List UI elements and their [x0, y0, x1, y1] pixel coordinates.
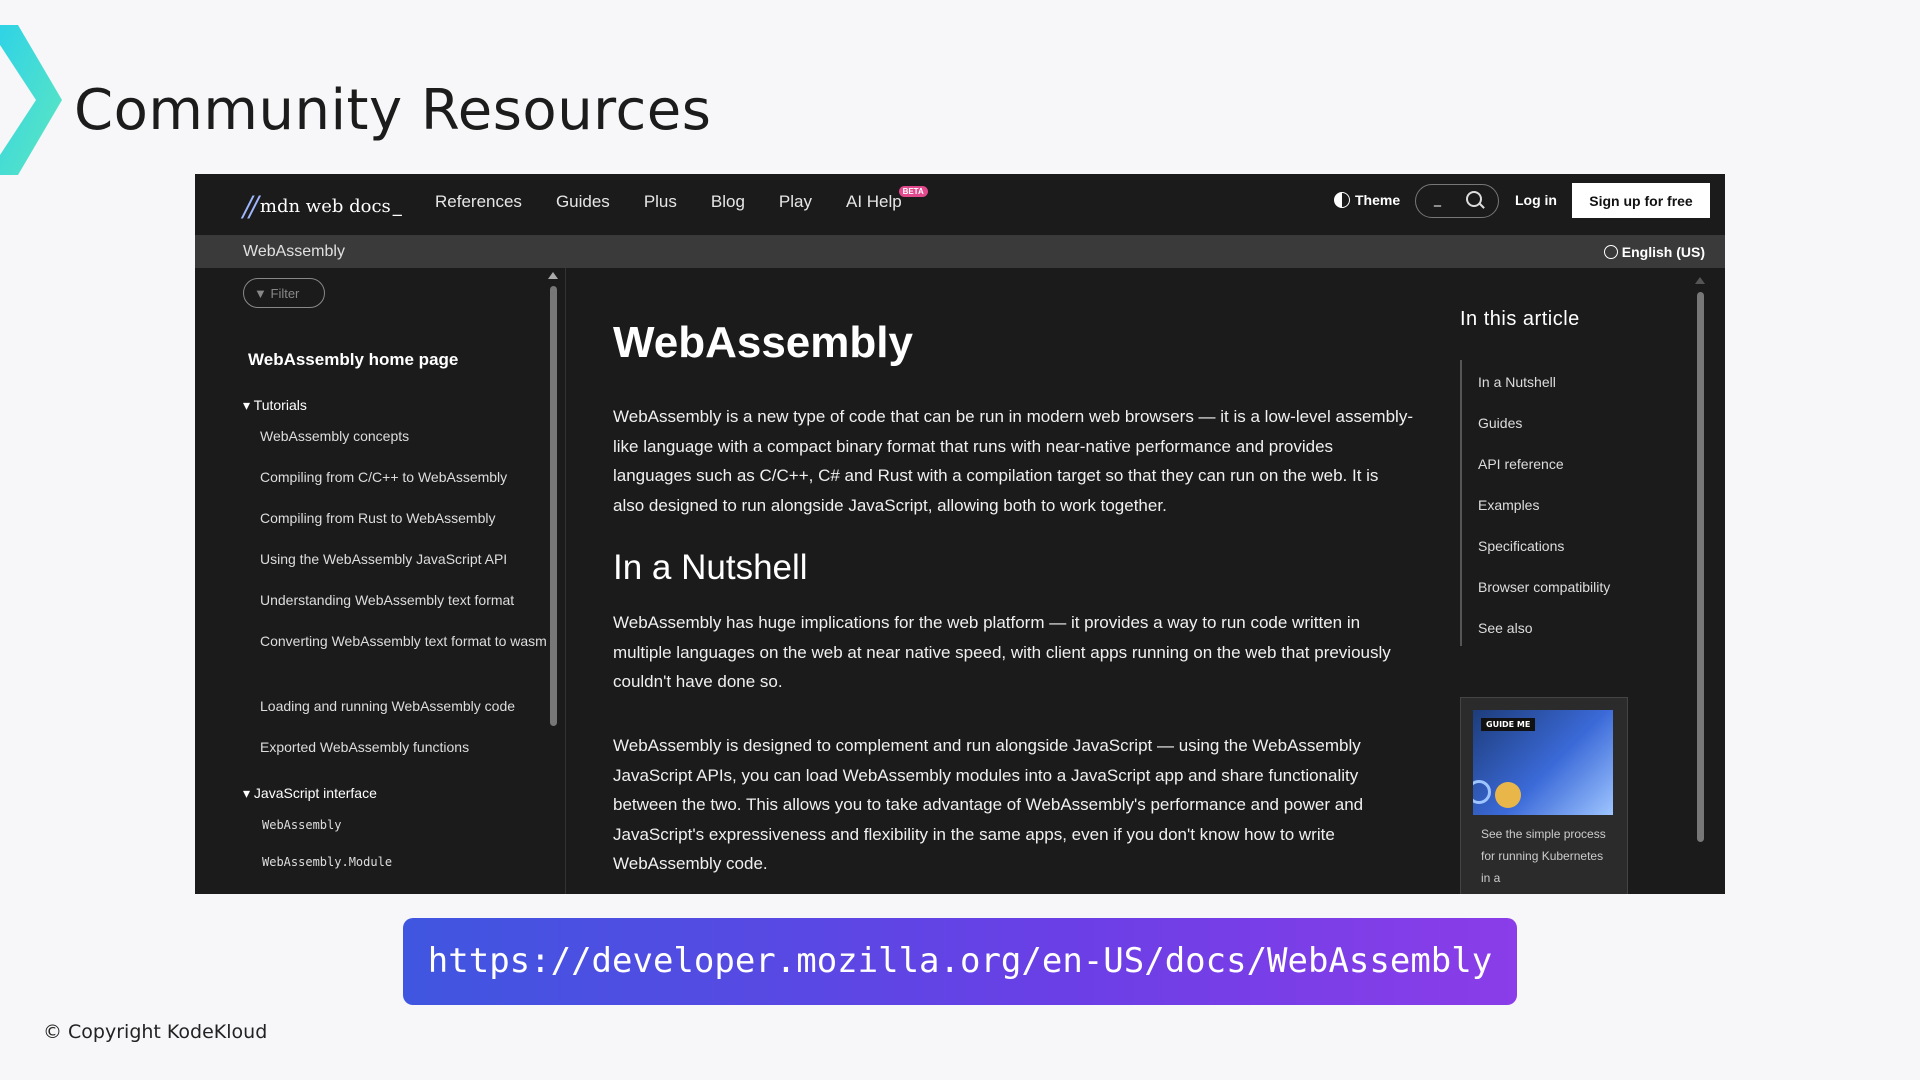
toc-item[interactable]: Examples — [1478, 497, 1539, 513]
theme-toggle[interactable]: Theme — [1334, 192, 1400, 208]
browser-screenshot: // mdn web docs _ References Guides Plus… — [195, 174, 1725, 894]
sidebar-item[interactable]: Loading and running WebAssembly code — [260, 694, 550, 718]
toc-item[interactable]: Specifications — [1478, 538, 1564, 554]
search-cursor: _ — [1434, 191, 1441, 207]
sidebar-item[interactable]: Converting WebAssembly text format to wa… — [260, 629, 550, 653]
mdn-logo-icon: // — [243, 190, 259, 223]
nav-plus[interactable]: Plus — [644, 192, 677, 212]
search-icon — [1466, 191, 1482, 207]
slide-chevron-decoration — [0, 25, 62, 175]
slide-title: Community Resources — [74, 78, 712, 143]
nav-play[interactable]: Play — [779, 192, 812, 212]
toc-item[interactable]: See also — [1478, 620, 1532, 636]
toc-title: In this article — [1460, 308, 1580, 330]
mdn-logo-text: mdn web docs — [259, 196, 391, 217]
ad-illustration: GUIDE ME — [1473, 710, 1613, 815]
nav-references[interactable]: References — [435, 192, 522, 212]
beta-badge: BETA — [898, 186, 928, 197]
sidebar-item[interactable]: WebAssembly concepts — [260, 424, 550, 448]
login-link[interactable]: Log in — [1515, 192, 1557, 208]
main-nav: References Guides Plus Blog Play AI Help… — [435, 186, 936, 212]
top-navigation: // mdn web docs _ References Guides Plus… — [195, 174, 1725, 236]
nav-ai-help[interactable]: AI Help BETA — [846, 186, 928, 212]
sidebar-group-label: Tutorials — [253, 397, 307, 413]
sidebar-ad[interactable]: GUIDE ME See the simple process for runn… — [1460, 697, 1628, 894]
article-intro: WebAssembly is a new type of code that c… — [613, 407, 1413, 515]
sidebar-group-javascript-interface[interactable]: ▾ JavaScript interface — [243, 785, 377, 802]
article-paragraph: WebAssembly has huge implications for th… — [613, 613, 1391, 691]
signup-button[interactable]: Sign up for free — [1572, 183, 1710, 218]
toc-item[interactable]: Browser compatibility — [1478, 579, 1610, 595]
main-scroll-up-arrow[interactable] — [1695, 277, 1705, 284]
ad-badge: GUIDE ME — [1481, 718, 1536, 731]
toc-item[interactable]: API reference — [1478, 456, 1564, 472]
sidebar-scrollbar[interactable] — [550, 286, 557, 726]
sidebar-filter-input[interactable]: ▼ Filter — [243, 278, 325, 308]
sidebar-item[interactable]: Compiling from Rust to WebAssembly — [260, 506, 550, 530]
nav-ai-help-label: AI Help — [846, 192, 902, 211]
sidebar-scroll-up-arrow[interactable] — [548, 272, 558, 279]
breadcrumb-bar: WebAssembly English (US) — [195, 236, 1725, 268]
filter-placeholder: Filter — [270, 286, 300, 301]
copyright-text: © Copyright KodeKloud — [43, 1021, 268, 1043]
section-heading-nutshell: In a Nutshell — [613, 548, 808, 587]
mdn-logo-cursor: _ — [392, 196, 402, 217]
article-paragraph: WebAssembly is designed to complement an… — [613, 736, 1364, 873]
sun-shape — [1495, 782, 1521, 808]
mdn-logo[interactable]: // mdn web docs _ — [243, 190, 402, 223]
globe-icon — [1603, 245, 1618, 259]
filter-icon: ▼ — [254, 286, 267, 301]
sidebar-item[interactable]: WebAssembly.Module — [262, 855, 392, 869]
sidebar-group-label: JavaScript interface — [253, 785, 377, 801]
toc-item[interactable]: Guides — [1478, 415, 1522, 431]
breadcrumb[interactable]: WebAssembly — [243, 243, 345, 261]
url-banner: https://developer.mozilla.org/en-US/docs… — [403, 918, 1517, 1005]
theme-label: Theme — [1355, 192, 1401, 208]
sidebar-item[interactable]: Using the WebAssembly JavaScript API — [260, 547, 550, 571]
toc-item[interactable]: In a Nutshell — [1478, 374, 1556, 390]
sidebar-item[interactable]: Understanding WebAssembly text format — [260, 588, 550, 612]
article-content: WebAssembly WebAssembly is a new type of… — [613, 268, 1413, 894]
language-label: English (US) — [1621, 244, 1705, 260]
language-selector[interactable]: English (US) — [1603, 244, 1705, 260]
nav-blog[interactable]: Blog — [711, 192, 745, 212]
sidebar-item[interactable]: WebAssembly — [262, 818, 341, 832]
sidebar-home-link[interactable]: WebAssembly home page — [248, 350, 458, 370]
toc-divider — [1460, 360, 1462, 646]
ring-shape — [1473, 780, 1491, 804]
sidebar-item[interactable]: Compiling from C/C++ to WebAssembly — [260, 465, 550, 489]
main-scrollbar[interactable] — [1697, 292, 1704, 842]
nav-guides[interactable]: Guides — [556, 192, 610, 212]
caret-down-icon: ▾ — [243, 397, 251, 413]
ad-text: See the simple process for running Kuber… — [1481, 827, 1606, 885]
sidebar: ▼ Filter WebAssembly home page ▾ Tutoria… — [195, 268, 566, 894]
theme-icon — [1334, 192, 1350, 208]
search-input[interactable]: _ — [1415, 184, 1499, 218]
sidebar-item[interactable]: Exported WebAssembly functions — [260, 735, 550, 759]
url-text[interactable]: https://developer.mozilla.org/en-US/docs… — [403, 918, 1517, 1005]
article-title: WebAssembly — [613, 318, 913, 367]
caret-down-icon: ▾ — [243, 785, 251, 801]
sidebar-group-tutorials[interactable]: ▾ Tutorials — [243, 397, 307, 414]
